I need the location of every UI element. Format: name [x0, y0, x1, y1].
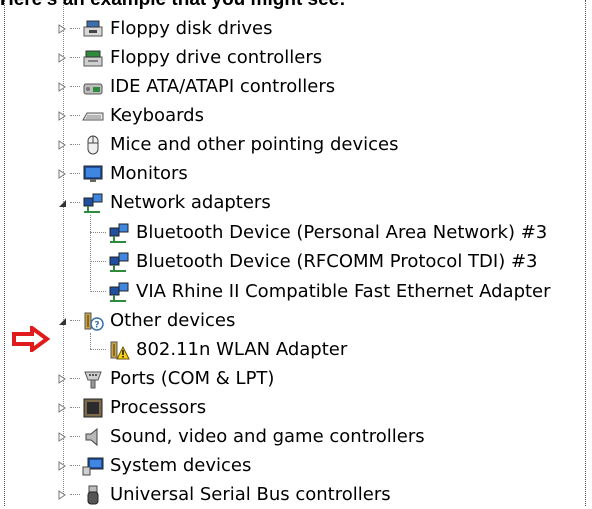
tree-item-label: System devices	[110, 455, 252, 476]
tree-connector	[70, 319, 80, 322]
expand-arrow-icon[interactable]	[56, 23, 68, 35]
tree-connector	[70, 143, 80, 146]
tree-connector	[70, 85, 80, 88]
tree-connector	[70, 406, 80, 409]
tree-connector	[70, 172, 80, 175]
processor-icon	[82, 397, 104, 419]
expand-arrow-icon[interactable]	[56, 81, 68, 93]
tree-item-usb[interactable]: Universal Serial Bus controllers	[56, 480, 393, 509]
network-adapter-icon	[108, 281, 130, 303]
svg-text:?: ?	[94, 320, 99, 330]
tree-line-other	[90, 333, 91, 349]
tree-connector	[70, 464, 80, 467]
tree-connector	[90, 261, 106, 262]
tree-item-wlan-adapter[interactable]: 802.11n WLAN Adapter	[108, 335, 349, 364]
tree-item-label: Floppy drive controllers	[110, 47, 323, 68]
tree-connector	[70, 114, 80, 117]
tree-item-label: Bluetooth Device (RFCOMM Protocol TDI) #…	[136, 251, 538, 272]
tree-item-system-devices[interactable]: System devices	[56, 451, 253, 480]
tree-item-via-rhine[interactable]: VIA Rhine II Compatible Fast Ethernet Ad…	[108, 277, 553, 306]
network-adapter-icon	[82, 192, 104, 214]
tree-connector	[90, 291, 106, 292]
expand-arrow-icon[interactable]	[56, 460, 68, 472]
expand-arrow-icon[interactable]	[56, 431, 68, 443]
expand-arrow-icon[interactable]	[56, 139, 68, 151]
tree-item-label: Ports (COM & LPT)	[110, 368, 275, 389]
tree-item-label: Keyboards	[110, 105, 204, 126]
tree-line-network	[90, 215, 91, 292]
tree-item-label: Network adapters	[110, 192, 271, 213]
tree-item-monitors[interactable]: Monitors	[56, 159, 190, 188]
device-tree: Floppy disk drives Floppy drive controll…	[0, 0, 592, 506]
tree-item-label: Floppy disk drives	[110, 18, 273, 39]
tree-item-label: Sound, video and game controllers	[110, 426, 425, 447]
expand-arrow-icon[interactable]	[56, 489, 68, 501]
tree-item-label: Monitors	[110, 163, 188, 184]
collapse-arrow-icon[interactable]	[56, 197, 68, 209]
monitor-icon	[82, 163, 104, 185]
tree-item-sound[interactable]: Sound, video and game controllers	[56, 422, 427, 451]
system-devices-icon	[82, 455, 104, 477]
expand-arrow-icon[interactable]	[56, 52, 68, 64]
tree-item-ports[interactable]: Ports (COM & LPT)	[56, 364, 276, 393]
tree-connector	[90, 349, 106, 350]
expand-arrow-icon[interactable]	[56, 373, 68, 385]
warning-device-icon	[108, 339, 130, 361]
tree-item-floppy-drive-controllers[interactable]: Floppy drive controllers	[56, 43, 324, 72]
tree-connector	[70, 27, 80, 30]
unknown-device-icon: ?	[82, 310, 104, 332]
tree-connector	[70, 201, 80, 204]
tree-item-other-devices[interactable]: ? Other devices	[56, 306, 237, 335]
expand-arrow-icon[interactable]	[56, 168, 68, 180]
tree-item-ide-controllers[interactable]: IDE ATA/ATAPI controllers	[56, 72, 337, 101]
tree-item-label: IDE ATA/ATAPI controllers	[110, 76, 336, 97]
tree-item-label: Universal Serial Bus controllers	[110, 484, 391, 505]
collapse-arrow-icon[interactable]	[56, 315, 68, 327]
tree-item-network-adapters[interactable]: Network adapters	[56, 188, 273, 217]
speaker-icon	[82, 426, 104, 448]
network-adapter-icon	[108, 222, 130, 244]
expand-arrow-icon[interactable]	[56, 402, 68, 414]
tree-item-mice[interactable]: Mice and other pointing devices	[56, 130, 400, 159]
tree-item-label: Mice and other pointing devices	[110, 134, 399, 155]
tree-item-label: Other devices	[110, 310, 236, 331]
tree-item-keyboards[interactable]: Keyboards	[56, 101, 206, 130]
red-arrow-icon	[12, 326, 50, 352]
tree-item-bluetooth-pan[interactable]: Bluetooth Device (Personal Area Network)…	[108, 218, 549, 247]
tree-item-label: Bluetooth Device (Personal Area Network)…	[136, 222, 548, 243]
tree-connector	[70, 493, 80, 496]
tree-connector	[70, 435, 80, 438]
tree-item-label: VIA Rhine II Compatible Fast Ethernet Ad…	[136, 281, 551, 302]
tree-item-floppy-disk-drives[interactable]: Floppy disk drives	[56, 14, 274, 43]
tree-connector	[70, 56, 80, 59]
network-adapter-icon	[108, 251, 130, 273]
floppy-disk-icon	[82, 18, 104, 40]
tree-item-label: Processors	[110, 397, 207, 418]
port-icon	[82, 368, 104, 390]
usb-icon	[82, 484, 104, 506]
tree-connector	[90, 232, 106, 233]
ide-controller-icon	[82, 76, 104, 98]
tree-item-processors[interactable]: Processors	[56, 393, 208, 422]
tree-item-label: 802.11n WLAN Adapter	[136, 339, 348, 360]
mouse-icon	[82, 134, 104, 156]
tree-item-bluetooth-rfcomm[interactable]: Bluetooth Device (RFCOMM Protocol TDI) #…	[108, 247, 539, 276]
floppy-controller-icon	[82, 47, 104, 69]
keyboard-icon	[82, 105, 104, 127]
expand-arrow-icon[interactable]	[56, 110, 68, 122]
tree-connector	[70, 377, 80, 380]
